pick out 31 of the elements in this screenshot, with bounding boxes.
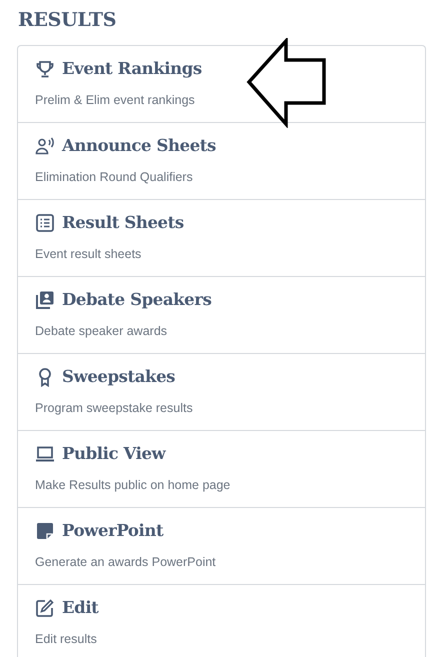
section-heading: RESULTS <box>18 8 118 32</box>
menu-item[interactable]: Public View Make Results public on home page <box>18 431 425 508</box>
item-description: Make Results public on home page <box>35 477 232 494</box>
item-title: Event Rankings <box>62 58 202 80</box>
contact-cards-icon <box>35 290 55 310</box>
menu-item[interactable]: Result Sheets Event result sheets <box>18 200 425 277</box>
menu-item[interactable]: PowerPoint Generate an awards PowerPoint <box>18 508 425 585</box>
item-title: Result Sheets <box>62 212 184 234</box>
menu-item[interactable]: Announce Sheets Elimination Round Qualifiers <box>18 123 425 200</box>
person-speaking-icon <box>35 136 55 156</box>
item-title: Public View <box>62 442 166 465</box>
item-title: PowerPoint <box>62 520 164 542</box>
list-icon <box>35 213 55 233</box>
item-title: Sweepstakes <box>62 366 176 388</box>
item-description: Event result sheets <box>35 246 142 263</box>
item-description: Elimination Round Qualifiers <box>35 169 194 186</box>
item-description: Generate an awards PowerPoint <box>35 554 217 571</box>
trophy-icon <box>35 59 55 79</box>
item-description: Edit results <box>35 631 98 648</box>
sticky-note-icon <box>35 521 55 541</box>
item-title: Announce Sheets <box>62 134 216 157</box>
menu-item[interactable]: Edit Edit results <box>18 585 425 657</box>
item-title: Debate Speakers <box>62 288 212 311</box>
item-description: Debate speaker awards <box>35 323 168 340</box>
menu-item[interactable]: Debate Speakers Debate speaker awards <box>18 277 425 354</box>
item-title: Edit <box>62 596 98 619</box>
item-description: Program sweepstake results <box>35 400 194 417</box>
menu-item[interactable]: Sweepstakes Program sweepstake results <box>18 354 425 431</box>
edit-icon <box>35 598 55 618</box>
laptop-icon <box>35 444 55 464</box>
item-description: Prelim & Elim event rankings <box>35 92 196 109</box>
